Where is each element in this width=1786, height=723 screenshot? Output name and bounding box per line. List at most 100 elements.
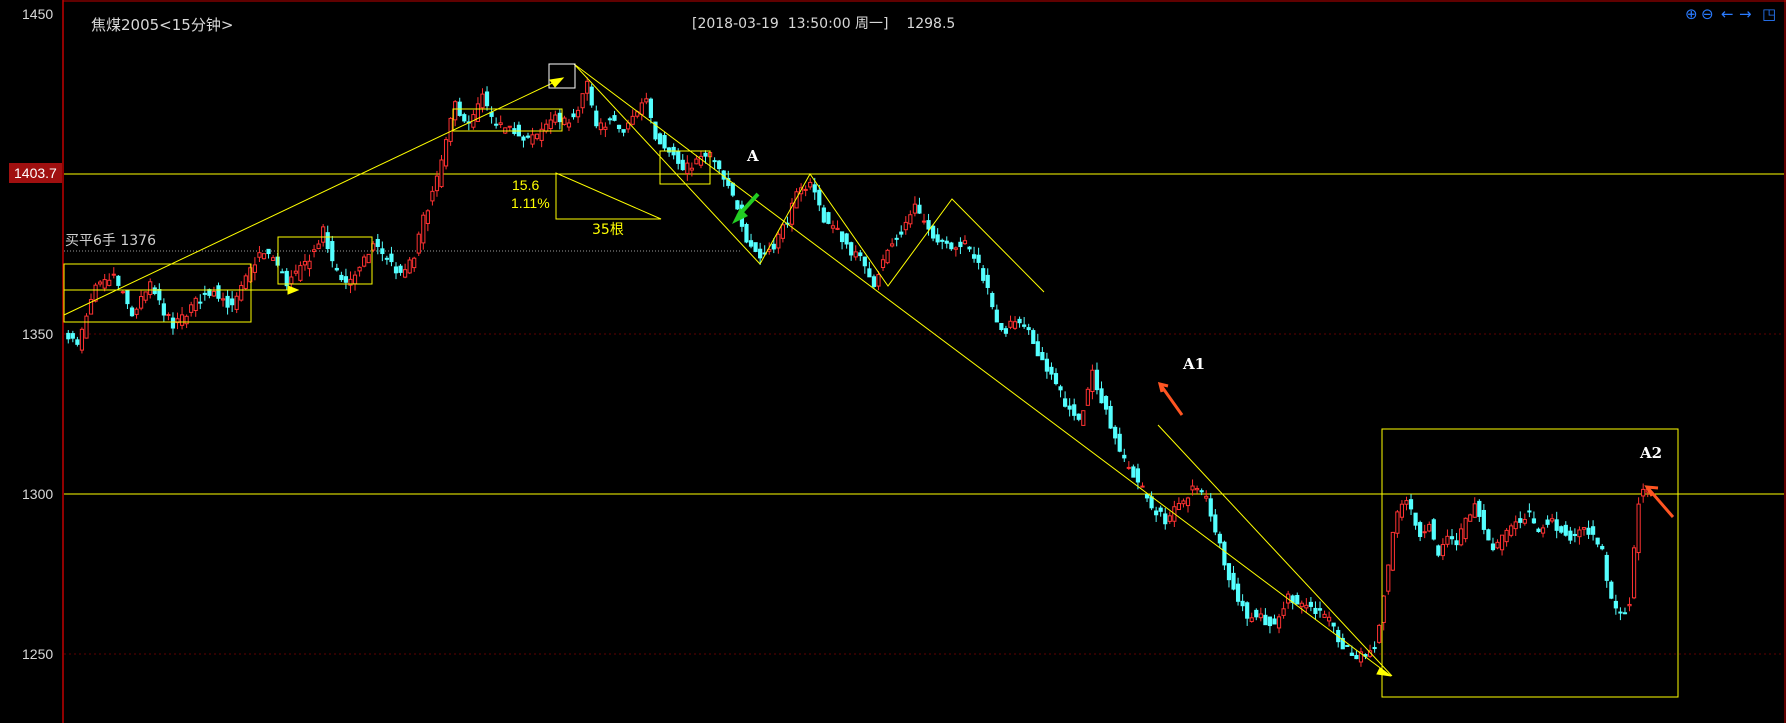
candle-body	[1591, 526, 1596, 535]
candle-body	[389, 253, 394, 263]
chart-background	[0, 0, 1786, 723]
candle-body	[962, 240, 968, 245]
price-tag-1403: 1403.7	[14, 165, 57, 181]
y-tick-1350: 1350	[22, 326, 53, 342]
candle-body	[1204, 495, 1209, 499]
candle-body	[352, 274, 358, 285]
candle-body	[157, 288, 162, 301]
candle-body	[362, 256, 367, 267]
candle-body	[1622, 612, 1628, 615]
candle-body	[548, 119, 553, 130]
candle-body	[844, 233, 849, 245]
candle-body	[225, 295, 230, 308]
zoom-out-icon[interactable]: ⊖	[1701, 6, 1714, 22]
candle-body	[835, 227, 840, 230]
candle-body	[876, 274, 881, 287]
candle-body	[1445, 535, 1450, 545]
label-a2: A2	[1639, 444, 1662, 462]
candle-body	[594, 110, 599, 127]
candle-body	[102, 279, 107, 289]
candle-body	[644, 98, 649, 103]
candle-body	[1099, 388, 1104, 404]
candle-body	[170, 317, 176, 329]
candle-body	[1167, 515, 1172, 522]
candle-body	[1468, 514, 1473, 522]
candle-body	[940, 239, 945, 242]
candle-body	[443, 139, 449, 167]
zoom-in-icon[interactable]: ⊕	[1685, 6, 1698, 22]
candle-body	[1085, 388, 1090, 406]
candle-body	[1631, 547, 1637, 599]
candle-body	[971, 254, 977, 259]
candle-body	[152, 287, 157, 294]
candle-body	[1422, 531, 1427, 534]
candle-body	[1254, 609, 1259, 618]
candle-body	[120, 291, 125, 294]
candle-body	[1408, 499, 1414, 510]
kline-chart[interactable]: 1450 1350 1300 1250 1403.7 15.6 1.11% 35…	[0, 0, 1786, 723]
candle-body	[1185, 497, 1191, 507]
candle-body	[990, 292, 995, 308]
candle-body	[1072, 404, 1077, 416]
candle-body	[1381, 595, 1386, 623]
arrow-right-icon[interactable]: →	[1739, 6, 1752, 22]
candle-body	[1531, 518, 1537, 524]
candle-body	[1545, 519, 1550, 525]
candle-body	[1044, 358, 1049, 372]
candle-body	[603, 126, 608, 130]
candle-body	[612, 115, 617, 121]
candle-body	[662, 135, 667, 149]
y-tick-1300: 1300	[22, 486, 53, 502]
arrow-left-icon[interactable]: ←	[1721, 6, 1734, 22]
candle-body	[717, 160, 722, 170]
candle-body	[1076, 413, 1081, 420]
candle-body	[908, 214, 913, 225]
candle-body	[912, 203, 917, 214]
candle-body	[1272, 618, 1277, 625]
candle-body	[958, 241, 963, 248]
candle-body	[1413, 512, 1418, 526]
candle-body	[1040, 352, 1045, 361]
candle-body	[1222, 541, 1227, 566]
window-restore-icon[interactable]: ◳	[1762, 6, 1776, 22]
candle-body	[598, 122, 603, 131]
candle-body	[1513, 521, 1518, 530]
candle-body	[926, 220, 931, 230]
candle-body	[380, 248, 385, 255]
candle-body	[744, 223, 749, 243]
candle-body	[826, 212, 831, 224]
candle-body	[403, 269, 408, 278]
candle-body	[1154, 510, 1159, 516]
candle-body	[116, 275, 121, 286]
candle-body	[1477, 500, 1482, 517]
candle-body	[1577, 529, 1582, 538]
candle-body	[321, 226, 326, 243]
candle-body	[748, 240, 754, 247]
candle-body	[189, 304, 194, 313]
candle-body	[1331, 622, 1336, 627]
candle-body	[1459, 528, 1464, 546]
candle-body	[1058, 386, 1063, 391]
candle-body	[430, 190, 435, 202]
candle-body	[976, 254, 981, 263]
candle-body	[1345, 644, 1350, 647]
y-tick-1450: 1450	[22, 6, 53, 22]
candle-body	[1049, 366, 1054, 375]
candle-body	[949, 242, 954, 250]
candle-body	[1158, 507, 1163, 512]
candle-body	[79, 328, 85, 351]
candle-body	[252, 264, 257, 273]
candle-body	[1454, 540, 1459, 546]
candle-body	[657, 133, 663, 145]
candle-body	[1581, 527, 1587, 530]
candle-body	[967, 246, 972, 250]
candle-body	[1504, 529, 1509, 543]
candle-body	[334, 267, 339, 271]
candle-body	[830, 225, 836, 229]
candle-body	[1226, 563, 1232, 581]
candle-body	[1499, 534, 1505, 551]
candle-body	[521, 136, 526, 141]
candle-body	[858, 252, 863, 257]
candle-body	[853, 251, 858, 258]
candle-body	[375, 238, 380, 247]
